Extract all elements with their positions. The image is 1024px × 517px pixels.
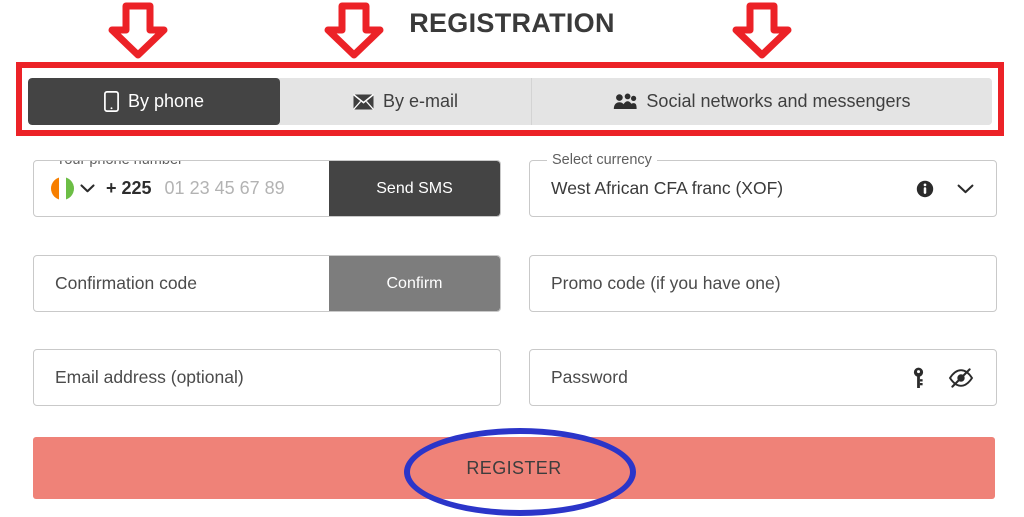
email-input[interactable]: Email address (optional): [34, 367, 500, 388]
password-field-icons: [912, 367, 996, 389]
dial-code: + 225: [106, 178, 152, 198]
confirmation-code-group: Confirmation code Confirm: [33, 255, 501, 312]
cote-divoire-flag-icon: [51, 177, 74, 200]
mobile-phone-icon: [104, 91, 119, 112]
password-input[interactable]: Password: [530, 367, 912, 388]
promo-code-field[interactable]: Promo code (if you have one): [529, 255, 997, 312]
password-field[interactable]: Password: [529, 349, 997, 406]
register-button[interactable]: REGISTER: [33, 437, 995, 499]
currency-group: Select currency West African CFA franc (…: [529, 152, 997, 217]
key-icon[interactable]: [912, 367, 925, 389]
send-sms-button[interactable]: Send SMS: [329, 161, 500, 216]
tab-label: Social networks and messengers: [646, 91, 911, 111]
promo-code-input[interactable]: Promo code (if you have one): [530, 273, 996, 294]
tab-label: By e-mail: [382, 91, 458, 111]
chevron-down-icon: [80, 180, 95, 198]
tab-social-networks[interactable]: Social networks and messengers: [532, 78, 992, 125]
currency-field-icons: [916, 180, 996, 198]
country-selector[interactable]: [34, 177, 95, 200]
tab-label: By phone: [127, 91, 205, 111]
confirm-button[interactable]: Confirm: [329, 256, 500, 311]
phone-number-group: Your phone number + 225 01 23 45 67 89 S…: [33, 160, 501, 217]
tab-by-email[interactable]: By e-mail: [280, 78, 532, 125]
currency-value: West African CFA franc (XOF): [551, 178, 784, 198]
tab-by-phone[interactable]: By phone: [28, 78, 280, 125]
promo-code-group: Promo code (if you have one): [529, 255, 997, 312]
envelope-icon: [352, 93, 374, 110]
confirmation-code-field[interactable]: Confirmation code Confirm: [33, 255, 501, 312]
registration-page: REGISTRATION By phone By e-mail Social n…: [0, 0, 1024, 517]
email-field[interactable]: Email address (optional): [33, 349, 501, 406]
eye-slash-icon[interactable]: [948, 367, 974, 388]
info-circle-icon[interactable]: [916, 180, 934, 198]
users-group-icon: [613, 93, 638, 110]
currency-legend: Select currency: [547, 152, 657, 168]
confirmation-code-input[interactable]: Confirmation code: [34, 273, 329, 294]
registration-method-tabs: By phone By e-mail Social networks and m…: [28, 78, 992, 125]
phone-number-legend: Your phone number: [51, 161, 188, 168]
chevron-down-icon[interactable]: [957, 184, 974, 194]
page-title: REGISTRATION: [409, 8, 615, 38]
phone-input[interactable]: 01 23 45 67 89: [165, 178, 329, 199]
password-group: Password: [529, 349, 997, 406]
email-group: Email address (optional): [33, 349, 501, 406]
phone-number-field[interactable]: Your phone number + 225 01 23 45 67 89 S…: [33, 160, 501, 217]
currency-select[interactable]: Select currency West African CFA franc (…: [529, 152, 997, 217]
